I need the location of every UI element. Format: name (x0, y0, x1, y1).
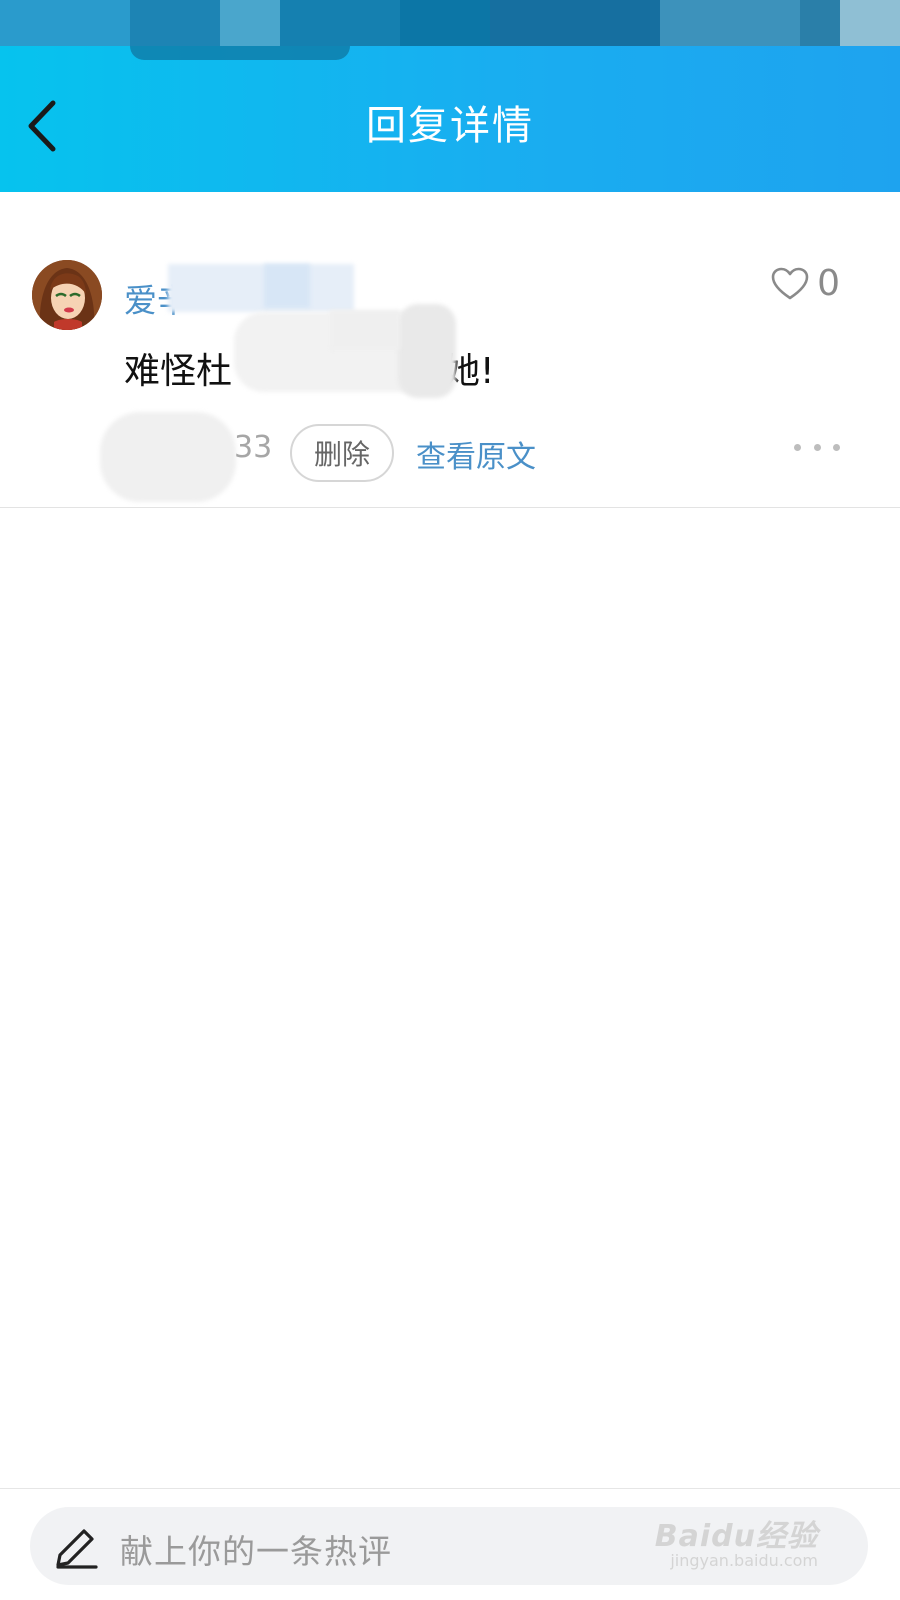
reply-text-start: 难怪杜 (124, 351, 233, 392)
blur-mask (168, 264, 354, 312)
avatar-image (32, 260, 102, 330)
more-button[interactable] (794, 434, 840, 460)
comment-input[interactable]: 献上你的一条热评 Baidu经验 jingyan.baidu.com (30, 1507, 868, 1585)
reply-text: 难怪杜 她! (124, 342, 494, 394)
reply-card: 爱辛 0 难怪杜 她! 33 删除 查看原文 (0, 192, 900, 508)
watermark-sub: jingyan.baidu.com (670, 1551, 818, 1570)
header-shade (130, 46, 350, 60)
more-dot-icon (813, 443, 821, 451)
delete-button[interactable]: 删除 (290, 424, 394, 482)
heart-icon (771, 267, 809, 300)
blur-mask (264, 264, 310, 308)
reply-meta-row: 33 删除 查看原文 (0, 412, 900, 502)
more-dot-icon (833, 443, 840, 451)
reply-time: 33 (234, 430, 273, 465)
page-title: 回复详情 (366, 103, 534, 149)
blur-mask (398, 304, 456, 398)
pen-icon (56, 1529, 98, 1569)
like-button[interactable]: 0 (771, 264, 840, 304)
status-bar (0, 0, 900, 46)
app-header: 回复详情 (0, 46, 900, 192)
like-count: 0 (817, 263, 840, 304)
blur-mask (100, 412, 236, 502)
comment-bar: 献上你的一条热评 Baidu经验 jingyan.baidu.com (0, 1488, 900, 1600)
more-dot-icon (794, 443, 801, 451)
comment-placeholder: 献上你的一条热评 (120, 1532, 392, 1571)
watermark-main: Baidu经验 (654, 1519, 818, 1554)
view-original-link[interactable]: 查看原文 (416, 432, 536, 476)
avatar[interactable] (32, 260, 102, 330)
baidu-watermark: Baidu经验 jingyan.baidu.com (655, 1511, 818, 1570)
blur-mask (330, 310, 400, 350)
